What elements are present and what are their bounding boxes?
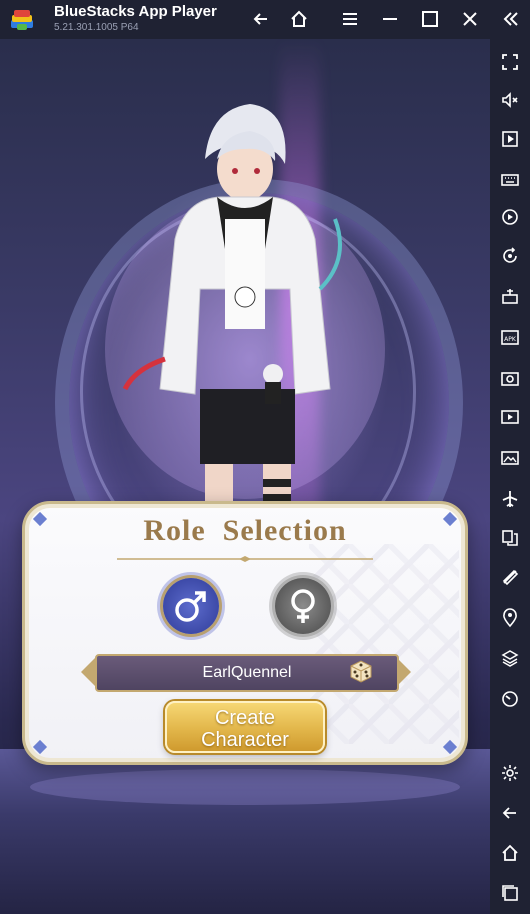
install-apk-icon: APK (501, 330, 519, 345)
performance-icon (502, 691, 518, 707)
game-controls-button[interactable] (498, 284, 522, 308)
female-symbol-icon (291, 589, 315, 623)
male-gender-button[interactable] (163, 578, 219, 634)
close-button[interactable] (457, 6, 483, 32)
android-home-icon (502, 844, 518, 861)
minimize-icon (383, 18, 397, 20)
role-selection-panel: Role Selection EarlQuennel Create Charac… (22, 501, 468, 765)
media-folder-icon (501, 451, 519, 465)
install-apk-button[interactable]: APK (498, 325, 522, 349)
location-icon (503, 608, 517, 628)
create-character-button[interactable]: Create Character (165, 701, 325, 753)
volume-mute-icon (502, 92, 518, 108)
performance-button[interactable] (498, 687, 522, 711)
back-icon (253, 13, 267, 25)
multi-instance-button[interactable] (498, 526, 522, 550)
android-home-button[interactable] (498, 841, 522, 865)
back-button[interactable] (248, 6, 274, 32)
android-back-icon (502, 807, 516, 819)
layers-button[interactable] (498, 646, 522, 670)
maximize-button[interactable] (417, 6, 443, 32)
panel-pattern (309, 544, 459, 744)
side-toolbar: APK (490, 39, 530, 914)
volume-button[interactable] (498, 88, 522, 112)
home-button[interactable] (286, 6, 312, 32)
svg-text:APK: APK (504, 336, 517, 343)
settings-icon (502, 765, 518, 781)
male-symbol-icon (175, 591, 206, 622)
fullscreen-button[interactable] (498, 50, 522, 74)
title-divider (117, 556, 373, 562)
location-button[interactable] (498, 606, 522, 630)
close-icon (463, 12, 477, 26)
airplane-mode-button[interactable] (498, 487, 522, 511)
female-gender-button[interactable] (275, 578, 331, 634)
screenshot-icon (501, 372, 519, 386)
android-back-button[interactable] (498, 801, 522, 825)
media-button[interactable] (498, 127, 522, 151)
fullscreen-icon (502, 54, 518, 70)
gamepad-controls-icon (502, 289, 518, 304)
eco-mode-icon (502, 569, 519, 586)
collapse-sidebar-icon (503, 12, 518, 26)
media-play-icon (502, 131, 518, 147)
title-bar: BlueStacks App Player 5.21.301.1005 P64 (0, 0, 530, 39)
record-button[interactable] (498, 205, 522, 229)
game-viewport[interactable]: Role Selection EarlQuennel Create Charac… (0, 39, 490, 914)
screen-record-button[interactable] (498, 405, 522, 429)
app-version: 5.21.301.1005 P64 (54, 22, 139, 33)
maximize-icon (422, 11, 438, 27)
menu-button[interactable] (337, 6, 363, 32)
rotate-icon (503, 247, 517, 263)
recent-apps-icon (502, 885, 518, 901)
character-model (105, 104, 385, 534)
settings-button[interactable] (498, 761, 522, 785)
recent-apps-button[interactable] (498, 881, 522, 905)
panel-title: Role Selection (143, 514, 347, 547)
stage-rim (30, 769, 460, 805)
corner-ornament (32, 739, 48, 755)
layers-icon (501, 650, 519, 667)
eco-mode-button[interactable] (498, 565, 522, 589)
keyboard-button[interactable] (498, 167, 522, 191)
multi-instance-icon (502, 530, 518, 546)
screen-record-icon (501, 410, 519, 424)
home-icon (291, 10, 307, 27)
minimize-button[interactable] (377, 6, 403, 32)
airplane-mode-icon (502, 491, 518, 507)
menu-icon (343, 13, 357, 25)
keyboard-icon (501, 174, 519, 186)
record-icon (502, 209, 518, 225)
bluestacks-logo-icon (11, 10, 33, 30)
app-title: BlueStacks App Player (54, 3, 217, 20)
random-name-dice-icon[interactable] (347, 658, 373, 684)
screenshot-button[interactable] (498, 366, 522, 390)
rotate-button[interactable] (498, 244, 522, 268)
collapse-sidebar-button[interactable] (498, 6, 524, 32)
media-folder-button[interactable] (498, 446, 522, 470)
